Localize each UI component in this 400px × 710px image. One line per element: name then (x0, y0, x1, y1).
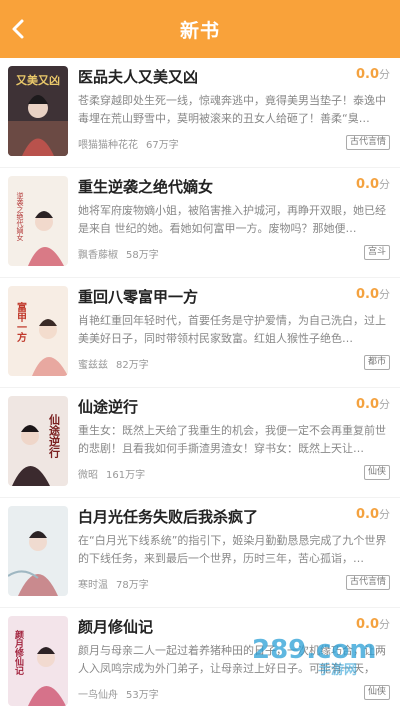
book-cover[interactable]: 颜月修仙记 (8, 616, 68, 706)
book-author: 一鸟仙舟 (78, 690, 118, 701)
book-meta: 一鸟仙舟 53万字 (78, 686, 159, 701)
top-bar: 新书 (0, 0, 400, 58)
book-word-count: 67万字 (146, 140, 179, 151)
cover-title-text: 颜月修仙记 (13, 629, 25, 676)
book-author: 喂猫猫种花花 (78, 140, 138, 151)
book-list-item[interactable]: 白月光任务失败后我杀疯了 0.0分 在“白月光下线系统”的指引下，姬染月勤勤恳恳… (0, 498, 400, 608)
book-score: 0.0分 (355, 397, 390, 412)
book-category-tag: 都市 (363, 355, 390, 370)
book-meta: 蜜兹兹 82万字 (78, 356, 149, 371)
book-author: 寒时温 (78, 580, 108, 591)
book-author: 飘香藤椒 (78, 250, 118, 261)
book-category-tag: 仙侠 (363, 465, 390, 480)
book-category-tag: 宫斗 (363, 245, 390, 260)
book-author: 蜜兹兹 (78, 360, 108, 371)
book-word-count: 58万字 (126, 250, 159, 261)
book-description: 肖艳红重回年轻时代，首要任务是守护爱情，为自己洗白，过上美美好日子，同时带领村民… (78, 314, 386, 345)
book-description: 重生女：既然上天给了我重生的机会，我便一定不会再重复前世的悲剧！且看我如何手撕渣… (78, 424, 386, 455)
book-cover[interactable]: 逆袭之绝代嫡女 (8, 176, 68, 266)
book-meta: 微昭 161万字 (78, 466, 145, 481)
book-author: 微昭 (78, 470, 98, 481)
cover-title-text: 富甲一方 (15, 301, 27, 343)
book-meta: 寒时温 78万字 (78, 576, 149, 591)
book-score: 0.0分 (355, 67, 390, 82)
book-title: 医品夫人又美又凶 (78, 68, 199, 86)
book-cover[interactable]: 富甲一方 (8, 286, 68, 376)
book-list: 又美又凶 医品夫人又美又凶 0.0分 苍柔穿越即处生死一线，惊魂奔逃中，竟得美男… (0, 58, 400, 710)
cover-title-text: 又美又凶 (15, 73, 60, 87)
book-description: 她将军府废物嫡小姐，被陷害推入护城河，再睁开双眼，她已经是来自 世纪的她。看她如… (78, 204, 386, 235)
book-category-tag: 仙侠 (363, 685, 390, 700)
book-meta: 飘香藤椒 58万字 (78, 246, 159, 261)
cover-title-text: 逆袭之绝代嫡女 (16, 191, 24, 242)
book-list-item[interactable]: 逆袭之绝代嫡女 重生逆袭之绝代嫡女 0.0分 她将军府废物嫡小姐，被陷害推入护城… (0, 168, 400, 278)
book-score: 0.0分 (355, 287, 390, 302)
book-title: 重生逆袭之绝代嫡女 (78, 178, 214, 196)
book-category-tag: 古代言情 (345, 135, 390, 150)
book-cover[interactable] (8, 506, 68, 596)
book-word-count: 161万字 (106, 470, 146, 481)
watermark-sub-text: 手游网 (318, 662, 357, 678)
page-title: 新书 (179, 19, 220, 42)
book-description: 苍柔穿越即处生死一线，惊魂奔逃中，竟得美男当垫子！泰逸中毒埋在荒山野雪中，莫明被… (78, 94, 386, 125)
site-watermark: 289.com 手游网 (250, 628, 390, 678)
book-cover[interactable]: 仙途逆行 (8, 396, 68, 486)
book-score: 0.0分 (355, 507, 390, 522)
cover-title-text: 仙途逆行 (48, 413, 62, 459)
book-meta: 喂猫猫种花花 67万字 (78, 136, 179, 151)
book-word-count: 82万字 (116, 360, 149, 371)
book-description: 在“白月光下线系统”的指引下，姬染月勤勤恳恳完成了九个世界的下线任务，来到最后一… (78, 534, 387, 565)
book-category-tag: 古代言情 (345, 575, 390, 590)
book-word-count: 53万字 (126, 690, 159, 701)
watermark-logo-text: 289.com (252, 635, 377, 665)
book-title: 仙途逆行 (78, 398, 139, 416)
book-title: 重回八零富甲一方 (78, 288, 199, 306)
chevron-left-icon (12, 19, 24, 39)
book-word-count: 78万字 (116, 580, 149, 591)
book-title: 白月光任务失败后我杀疯了 (78, 508, 259, 526)
book-cover[interactable]: 又美又凶 (8, 66, 68, 156)
back-button[interactable] (4, 14, 34, 44)
book-score: 0.0分 (355, 177, 390, 192)
book-list-item[interactable]: 仙途逆行 仙途逆行 0.0分 重生女：既然上天给了我重生的机会，我便一定不会再重… (0, 388, 400, 498)
book-list-item[interactable]: 又美又凶 医品夫人又美又凶 0.0分 苍柔穿越即处生死一线，惊魂奔逃中，竟得美男… (0, 58, 400, 168)
book-list-item[interactable]: 富甲一方 重回八零富甲一方 0.0分 肖艳红重回年轻时代，首要任务是守护爱情，为… (0, 278, 400, 388)
